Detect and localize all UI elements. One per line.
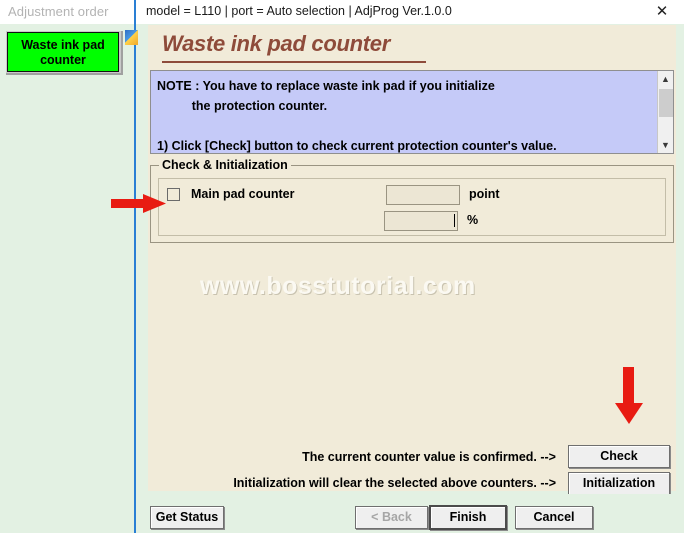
wizard-button-bar: Get Status < Back Finish Cancel [136,494,684,533]
sidebar-item-waste-ink-pad-counter-frame: Waste ink pad counter [6,31,123,75]
taskbar-edge-icon [125,30,138,45]
check-and-initialization-group: Check & Initialization Main pad counter … [150,158,674,243]
app-root: Adjustment order Waste ink pad counter m… [0,0,684,533]
scrollbar-thumb[interactable] [659,89,673,117]
check-button[interactable]: Check [568,445,670,468]
initialization-hint-text: Initialization will clear the selected a… [233,476,556,490]
page-title: Waste ink pad counter [162,31,391,56]
back-button: < Back [355,506,428,529]
initialization-button[interactable]: Initialization [568,472,670,495]
finish-button[interactable]: Finish [429,505,507,530]
get-status-button[interactable]: Get Status [150,506,224,529]
window-titlebar: model = L110 | port = Auto selection | A… [134,0,684,24]
chevron-down-icon[interactable]: ▼ [658,137,673,153]
adjustment-order-sidebar: Adjustment order Waste ink pad counter [0,0,134,533]
note-text: NOTE : You have to replace waste ink pad… [157,79,557,153]
watermark: www.bosstutorial.com [200,272,476,300]
chevron-up-icon[interactable]: ▲ [658,71,673,87]
cancel-button[interactable]: Cancel [515,506,593,529]
main-pad-counter-percent-field[interactable] [384,211,458,231]
page-title-underline [162,61,426,63]
check-hint-text: The current counter value is confirmed. … [302,450,556,464]
main-pad-counter-checkbox[interactable] [167,187,180,201]
sidebar-title: Adjustment order [8,4,109,19]
main-pad-counter-point-field[interactable] [386,185,460,205]
close-icon[interactable]: ✕ [648,2,676,22]
waste-ink-pad-panel: Waste ink pad counter NOTE : You have to… [148,25,676,495]
percent-unit-label: % [467,213,479,227]
sidebar-header: Adjustment order [0,0,134,24]
adjprog-window: model = L110 | port = Auto selection | A… [125,0,684,533]
counter-inner-box: Main pad counter point % [158,178,666,236]
group-title: Check & Initialization [159,158,291,172]
main-pad-counter-row: Main pad counter [167,187,294,201]
point-unit-label: point [469,187,500,201]
main-pad-counter-label: Main pad counter [191,187,295,201]
window-body: Waste ink pad counter NOTE : You have to… [125,24,684,533]
sidebar-item-waste-ink-pad-counter[interactable]: Waste ink pad counter [7,32,119,72]
text-caret [454,214,455,227]
window-title: model = L110 | port = Auto selection | A… [146,4,452,18]
note-scrollbar[interactable]: ▲ ▼ [657,71,673,153]
note-box: NOTE : You have to replace waste ink pad… [150,70,674,154]
